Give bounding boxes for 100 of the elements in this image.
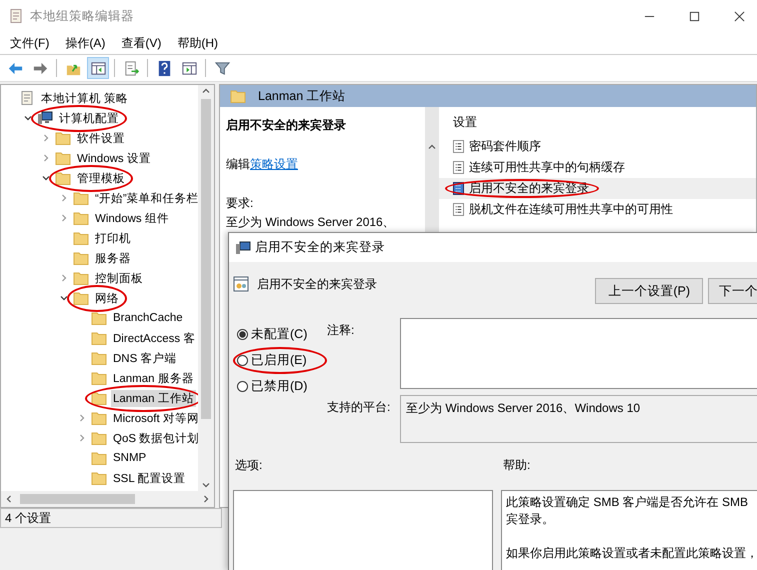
help-text: 宾登录。 [506, 511, 555, 528]
setting-name: 启用不安全的来宾登录 [257, 276, 377, 293]
chevron-left-icon[interactable] [4, 493, 14, 505]
help-text: 如果你启用此策略设置或者未配置此策略设置， [506, 545, 757, 562]
chevron-right-icon[interactable] [77, 433, 87, 443]
tree-item[interactable]: Windows 组件 [93, 210, 171, 226]
settings-window-icon [233, 276, 249, 292]
tree-item[interactable]: QoS 数据包计划 [111, 430, 198, 446]
folder-icon [91, 470, 107, 486]
tree-item[interactable]: Microsoft 对等网 [111, 410, 198, 426]
chevron-down-icon[interactable] [41, 173, 51, 183]
chevron-right-icon[interactable] [41, 133, 51, 143]
chevron-down-icon[interactable] [59, 293, 69, 303]
folder-icon [73, 290, 89, 306]
folder-icon [91, 450, 107, 466]
menu-item[interactable]: 帮助(H) [175, 34, 220, 52]
folder-icon [73, 210, 89, 226]
platform-field: 至少为 Windows Server 2016、Windows 10 [400, 395, 757, 443]
status-text: 4 个设置 [5, 510, 52, 526]
chevron-right-icon[interactable] [59, 213, 69, 223]
edit-label: 编辑 [226, 157, 250, 171]
requirements-label: 要求: [226, 195, 254, 212]
folder-icon [73, 250, 89, 266]
tree-item[interactable]: 软件设置 [75, 130, 127, 146]
radio-button[interactable] [237, 329, 248, 340]
tree-item[interactable]: “开始”菜单和任务栏 [93, 190, 198, 206]
setting-name: 连续可用性共享中的句柄缓存 [469, 159, 625, 176]
setting-name: 密码套件顺序 [469, 138, 541, 155]
folder-icon [91, 350, 107, 366]
folder-icon [55, 130, 71, 146]
folder-icon [55, 170, 71, 186]
menu-item[interactable]: 文件(F) [8, 34, 52, 52]
setting-row[interactable]: 密码套件顺序 [439, 136, 756, 157]
radio-label: 已禁用(D) [251, 378, 308, 395]
tree-item[interactable]: Lanman 服务器 [111, 370, 196, 386]
column-header[interactable]: 设置 [439, 111, 756, 136]
folder-icon [91, 370, 107, 386]
radio-label: 已启用(E) [251, 352, 307, 369]
tree-item[interactable]: BranchCache [111, 311, 185, 325]
setting-title: 启用不安全的来宾登录 [226, 117, 347, 134]
chevron-right-icon[interactable] [77, 413, 87, 423]
folder-icon [91, 430, 107, 446]
chevron-right-icon[interactable] [59, 193, 69, 203]
setting-icon [453, 161, 464, 174]
tree-item[interactable]: 打印机 [93, 230, 133, 246]
pane-title: Lanman 工作站 [258, 88, 346, 104]
chevron-right-icon[interactable] [59, 273, 69, 283]
nav-button[interactable]: 上一个设置(P) [595, 278, 703, 304]
comment-label: 注释: [327, 322, 356, 339]
menu-item[interactable]: 操作(A) [63, 34, 108, 52]
requirements-text: 至少为 Windows Server 2016、 [226, 214, 396, 231]
setting-icon [453, 203, 464, 216]
chevron-right-icon[interactable] [41, 153, 51, 163]
setting-row[interactable]: 连续可用性共享中的句柄缓存 [439, 157, 756, 178]
folder-icon [73, 270, 89, 286]
pane-toggle-icon[interactable] [87, 57, 109, 79]
radio-button[interactable] [237, 381, 248, 392]
tree-item[interactable]: SNMP [111, 451, 148, 465]
folder-icon [73, 190, 89, 206]
maximize-icon[interactable] [689, 10, 700, 22]
folder-icon [55, 150, 71, 166]
scroll-icon [8, 8, 24, 24]
radio-label: 未配置(C) [251, 326, 308, 343]
help-label: 帮助: [502, 457, 532, 474]
dialog-title: 启用不安全的来宾登录 [255, 239, 385, 256]
tree-item[interactable]: Lanman 工作站 [111, 390, 196, 406]
setting-name: 脱机文件在连续可用性共享中的可用性 [469, 201, 673, 218]
help-text: 此策略设置确定 SMB 客户端是否允许在 SMB [506, 494, 750, 511]
folder-icon [230, 88, 246, 104]
scrollbar[interactable] [1, 491, 214, 507]
computer-icon [37, 110, 53, 126]
tree-item[interactable]: 服务器 [93, 250, 133, 266]
policy-settings-link[interactable]: 策略设置 [250, 157, 298, 171]
radio-button[interactable] [237, 355, 248, 366]
setting-row[interactable]: 脱机文件在连续可用性共享中的可用性 [439, 199, 756, 220]
comment-field[interactable] [400, 318, 757, 389]
chevron-right-icon[interactable] [201, 493, 211, 505]
chevron-down-icon[interactable] [23, 113, 33, 123]
close-icon[interactable] [734, 10, 745, 22]
scroll-icon [19, 90, 35, 106]
setting-icon [453, 140, 464, 153]
folder-icon [73, 230, 89, 246]
tree-item[interactable]: DNS 客户端 [111, 350, 178, 366]
tree-item[interactable]: 网络 [93, 290, 121, 306]
folder-icon [91, 410, 107, 426]
tree-item[interactable]: 计算机配置 [57, 110, 121, 126]
scrollbar[interactable] [198, 85, 214, 491]
folder-icon [91, 330, 107, 346]
platform-label: 支持的平台: [327, 399, 392, 416]
tree-item[interactable]: DirectAccess 客 [111, 330, 198, 346]
options-label: 选项: [234, 457, 264, 474]
tree-item[interactable]: SSL 配置设置 [111, 470, 188, 486]
window-title: 本地组策略编辑器 [30, 8, 134, 24]
computer-icon [235, 240, 251, 256]
tree-item[interactable]: 控制面板 [93, 270, 145, 286]
menu-item[interactable]: 查看(V) [119, 34, 164, 52]
folder-icon [91, 390, 107, 406]
tree-item[interactable]: 管理模板 [75, 170, 127, 186]
tree-item[interactable]: Windows 设置 [75, 150, 153, 166]
tree-item[interactable]: 本地计算机 策略 [39, 90, 130, 106]
